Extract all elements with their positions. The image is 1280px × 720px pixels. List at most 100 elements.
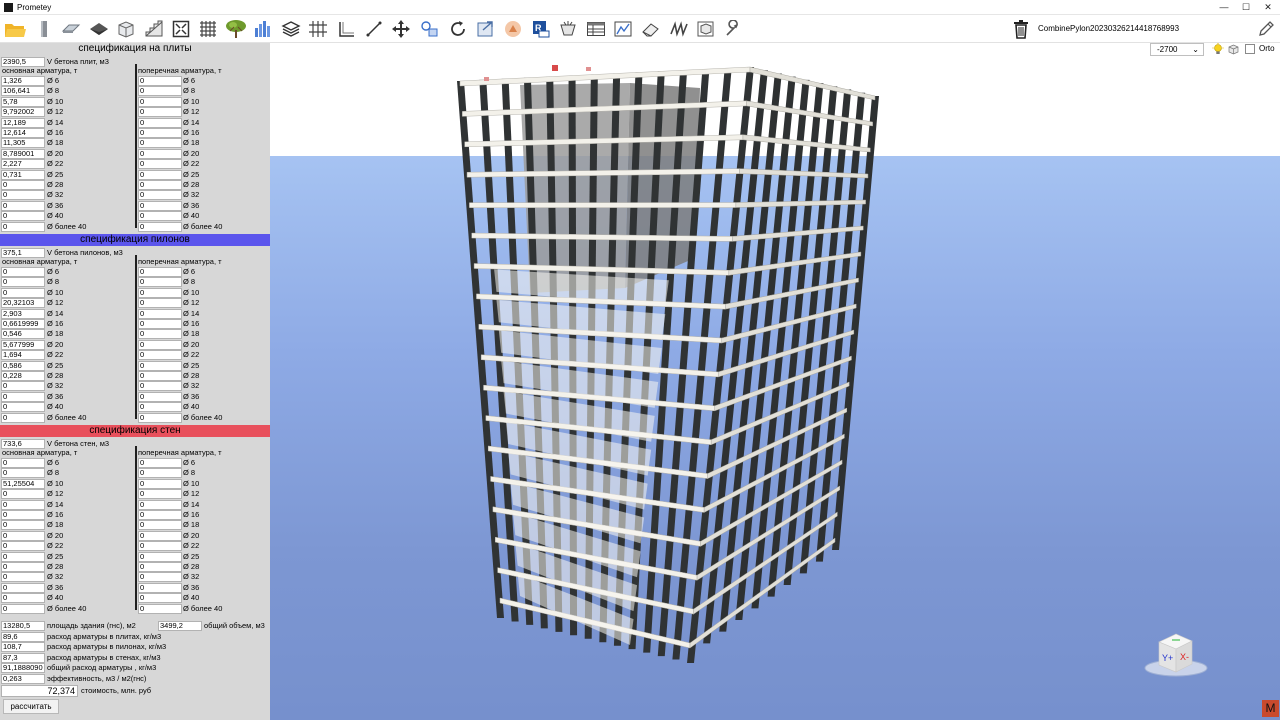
pylons-main-rebar-input[interactable]: 0 bbox=[1, 381, 45, 391]
slabs-main-rebar-input[interactable]: 12,189 bbox=[1, 118, 45, 128]
walls-transverse-rebar-input[interactable]: 0 bbox=[138, 520, 182, 530]
slab-icon[interactable] bbox=[59, 17, 83, 41]
walls-main-rebar-input[interactable]: 0 bbox=[1, 468, 45, 478]
slabs-transverse-rebar-input[interactable]: 0 bbox=[138, 211, 182, 221]
slabs-transverse-rebar-input[interactable]: 0 bbox=[138, 201, 182, 211]
rotate-icon[interactable] bbox=[446, 17, 470, 41]
slabs-transverse-rebar-input[interactable]: 0 bbox=[138, 222, 182, 232]
summary-value-input[interactable]: 0,263 bbox=[1, 673, 45, 684]
eraser-icon[interactable] bbox=[639, 17, 663, 41]
total-volume-input[interactable]: 3499,2 bbox=[158, 621, 202, 631]
revit-export-icon[interactable]: R bbox=[529, 17, 553, 41]
measure-icon[interactable] bbox=[362, 17, 386, 41]
slabs-main-rebar-input[interactable]: 0,731 bbox=[1, 170, 45, 180]
walls-main-rebar-input[interactable]: 0 bbox=[1, 531, 45, 541]
pylons-main-rebar-input[interactable]: 0,586 bbox=[1, 361, 45, 371]
3d-viewport[interactable]: -2700 ⌄ Orto Y+ X- M bbox=[270, 43, 1280, 720]
pylons-main-rebar-input[interactable]: 0 bbox=[1, 277, 45, 287]
slabs-main-rebar-input[interactable]: 0 bbox=[1, 211, 45, 221]
slabs-transverse-rebar-input[interactable]: 0 bbox=[138, 170, 182, 180]
minimize-button[interactable]: — bbox=[1214, 1, 1234, 13]
building-model[interactable] bbox=[270, 43, 1280, 720]
walls-transverse-rebar-input[interactable]: 0 bbox=[138, 458, 182, 468]
slabs-main-rebar-input[interactable]: 0 bbox=[1, 190, 45, 200]
walls-transverse-rebar-input[interactable]: 0 bbox=[138, 468, 182, 478]
walls-main-rebar-input[interactable]: 0 bbox=[1, 583, 45, 593]
pylons-transverse-rebar-input[interactable]: 0 bbox=[138, 350, 182, 360]
calculate-button[interactable]: рассчитать bbox=[3, 699, 59, 714]
pylons-transverse-rebar-input[interactable]: 0 bbox=[138, 381, 182, 391]
slabs-transverse-rebar-input[interactable]: 0 bbox=[138, 138, 182, 148]
slabs-main-rebar-input[interactable]: 0 bbox=[1, 180, 45, 190]
walls-transverse-rebar-input[interactable]: 0 bbox=[138, 500, 182, 510]
walls-transverse-rebar-input[interactable]: 0 bbox=[138, 489, 182, 499]
walls-main-rebar-input[interactable]: 0 bbox=[1, 541, 45, 551]
ortho-checkbox[interactable] bbox=[1245, 44, 1255, 54]
slabs-transverse-rebar-input[interactable]: 0 bbox=[138, 118, 182, 128]
pylons-main-rebar-input[interactable]: 0,546 bbox=[1, 329, 45, 339]
summary-value-input[interactable]: 87,3 bbox=[1, 652, 45, 663]
slabs-transverse-rebar-input[interactable]: 0 bbox=[138, 76, 182, 86]
walls-transverse-rebar-input[interactable]: 0 bbox=[138, 541, 182, 551]
slabs-main-rebar-input[interactable]: 0 bbox=[1, 222, 45, 232]
pylons-main-rebar-input[interactable]: 1,694 bbox=[1, 350, 45, 360]
table-icon[interactable] bbox=[584, 17, 608, 41]
column-icon[interactable] bbox=[32, 17, 56, 41]
walls-main-rebar-input[interactable]: 0 bbox=[1, 562, 45, 572]
cube-toggle-icon[interactable] bbox=[1228, 44, 1239, 55]
tree-icon[interactable] bbox=[224, 17, 248, 41]
walls-transverse-rebar-input[interactable]: 0 bbox=[138, 593, 182, 603]
walls-main-rebar-input[interactable]: 0 bbox=[1, 593, 45, 603]
walls-main-rebar-input[interactable]: 0 bbox=[1, 604, 45, 614]
slabs-main-rebar-input[interactable]: 5,78 bbox=[1, 97, 45, 107]
slabs-main-rebar-input[interactable]: 9,792002 bbox=[1, 107, 45, 117]
pylons-transverse-rebar-input[interactable]: 0 bbox=[138, 267, 182, 277]
cost-input[interactable]: 72,374 bbox=[1, 685, 78, 697]
pylons-main-rebar-input[interactable]: 0,228 bbox=[1, 371, 45, 381]
box-icon[interactable] bbox=[114, 17, 138, 41]
open-folder-icon[interactable] bbox=[3, 17, 27, 41]
slabs-main-rebar-input[interactable]: 106,641 bbox=[1, 86, 45, 96]
pylons-transverse-rebar-input[interactable]: 0 bbox=[138, 298, 182, 308]
pylons-transverse-rebar-input[interactable]: 0 bbox=[138, 288, 182, 298]
walls-transverse-rebar-input[interactable]: 0 bbox=[138, 562, 182, 572]
pylons-main-rebar-input[interactable]: 0,6619999 bbox=[1, 319, 45, 329]
pylons-main-rebar-input[interactable]: 0 bbox=[1, 288, 45, 298]
nav-cube-x-label[interactable]: X- bbox=[1180, 652, 1189, 662]
walls-transverse-rebar-input[interactable]: 0 bbox=[138, 479, 182, 489]
transform-icon[interactable] bbox=[418, 17, 442, 41]
slabs-transverse-rebar-input[interactable]: 0 bbox=[138, 97, 182, 107]
trash-icon[interactable] bbox=[1009, 17, 1033, 41]
bar-chart-icon[interactable] bbox=[251, 17, 275, 41]
pylons-main-rebar-input[interactable]: 5,677999 bbox=[1, 340, 45, 350]
export-icon[interactable] bbox=[474, 17, 498, 41]
snap-icon[interactable] bbox=[694, 17, 718, 41]
slabs-transverse-rebar-input[interactable]: 0 bbox=[138, 180, 182, 190]
walls-main-rebar-input[interactable]: 0 bbox=[1, 520, 45, 530]
walls-main-rebar-input[interactable]: 0 bbox=[1, 572, 45, 582]
layers-icon[interactable] bbox=[279, 17, 303, 41]
pylons-transverse-rebar-input[interactable]: 0 bbox=[138, 392, 182, 402]
render-icon[interactable] bbox=[501, 17, 525, 41]
pylons-main-rebar-input[interactable]: 2,903 bbox=[1, 309, 45, 319]
nav-cube-y-label[interactable]: Y+ bbox=[1162, 653, 1173, 663]
walls-transverse-rebar-input[interactable]: 0 bbox=[138, 510, 182, 520]
fit-view-icon[interactable] bbox=[169, 17, 193, 41]
slabs-main-rebar-input[interactable]: 0 bbox=[1, 201, 45, 211]
m-badge[interactable]: M bbox=[1262, 700, 1279, 717]
slabs-main-rebar-input[interactable]: 1,326 bbox=[1, 76, 45, 86]
building-area-input[interactable]: 13280,5 bbox=[1, 621, 45, 631]
pylons-main-rebar-input[interactable]: 0 bbox=[1, 413, 45, 423]
walls-main-rebar-input[interactable]: 0 bbox=[1, 500, 45, 510]
slabs-main-rebar-input[interactable]: 8,789001 bbox=[1, 149, 45, 159]
slabs-main-rebar-input[interactable]: 11,305 bbox=[1, 138, 45, 148]
stats-icon[interactable] bbox=[611, 17, 635, 41]
pencil-icon[interactable] bbox=[1254, 17, 1278, 41]
summary-value-input[interactable]: 89,6 bbox=[1, 632, 45, 642]
pylons-transverse-rebar-input[interactable]: 0 bbox=[138, 361, 182, 371]
pylons-transverse-rebar-input[interactable]: 0 bbox=[138, 277, 182, 287]
walls-main-rebar-input[interactable]: 0 bbox=[1, 510, 45, 520]
move-icon[interactable] bbox=[389, 17, 413, 41]
slabs-main-rebar-input[interactable]: 12,614 bbox=[1, 128, 45, 138]
angle-icon[interactable] bbox=[334, 17, 358, 41]
